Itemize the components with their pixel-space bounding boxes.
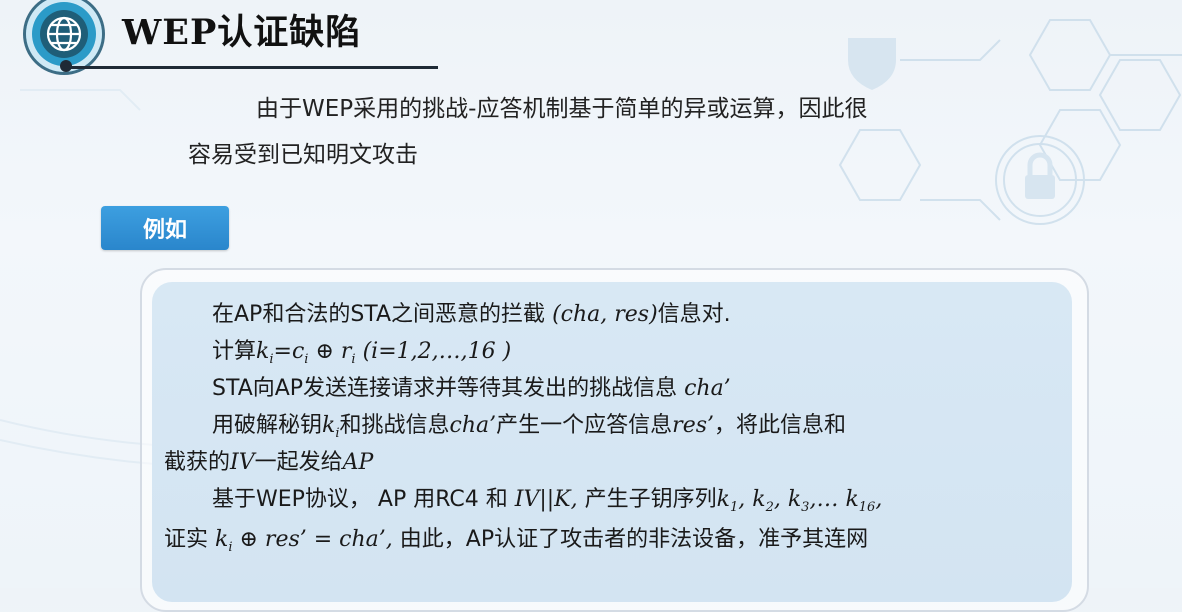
- step-7-eq: ⊕ res’ = cha’,: [232, 527, 393, 552]
- page-title: WEP认证缺陷: [122, 12, 362, 53]
- step-6-a: 基于WEP协议， AP 用RC4 和: [212, 487, 508, 512]
- attack-steps: 在AP和合法的STA之间恶意的拦截 (cha, res)信息对. 计算ki=ci…: [164, 296, 1064, 558]
- step-3-math: cha’: [684, 376, 731, 401]
- step-2: 计算ki=ci ⊕ ri (i=1,2,…,16 ): [164, 333, 1064, 370]
- step-1: 在AP和合法的STA之间恶意的拦截 (cha, res)信息对.: [164, 296, 1064, 333]
- step-2-range: (i=1,2,…,16 ): [355, 339, 512, 364]
- step-6-s16: 16: [858, 500, 876, 515]
- step-1-tail: 信息对.: [657, 302, 731, 327]
- step-6-b: 产生子钥序列: [584, 487, 717, 512]
- title-underline-dot: [60, 60, 72, 72]
- step-6-s1: 1: [729, 500, 739, 515]
- step-5-a: 截获的: [164, 450, 231, 475]
- step-2-k: k: [256, 339, 270, 364]
- intro-text-1: 由于WEP采用的挑战-应答机制基于简单的异或运算，因此很: [256, 96, 868, 122]
- step-4-a: 用破解秘钥: [212, 413, 323, 438]
- step-2-text: 计算: [212, 339, 257, 364]
- step-7-b: 由此，AP认证了攻击者的非法设备，准予其连网: [392, 527, 869, 552]
- step-7-k: k: [215, 527, 229, 552]
- globe-glyph-icon: [46, 16, 82, 52]
- intro-line-1: 由于WEP采用的挑战-应答机制基于简单的异或运算，因此很: [188, 86, 1048, 132]
- step-4-c: 产生一个应答信息: [496, 413, 673, 438]
- step-6-ivk: IV||K,: [507, 487, 585, 512]
- intro-line-2: 容易受到已知明文攻击: [188, 142, 418, 168]
- step-6-end: ,: [875, 487, 883, 512]
- step-6-seq2: , k: [738, 487, 766, 512]
- step-4: 用破解秘钥ki和挑战信息cha’产生一个应答信息res’，将此信息和: [164, 407, 1064, 444]
- title-underline: [68, 66, 438, 69]
- example-tag: 例如: [101, 206, 229, 250]
- step-4-k: k: [322, 413, 336, 438]
- step-4-res: res’: [672, 413, 714, 438]
- step-3: STA向AP发送连接请求并等待其发出的挑战信息 cha’: [164, 370, 1064, 407]
- step-4-cha: cha’: [449, 413, 497, 438]
- step-6: 基于WEP协议， AP 用RC4 和 IV||K, 产生子钥序列k1, k2, …: [164, 481, 1064, 521]
- step-5-iv: IV: [230, 450, 255, 475]
- step-7-a: 证实: [164, 527, 215, 552]
- step-2-xor: ⊕ r: [308, 339, 352, 364]
- step-6-seq4: ,… k: [809, 487, 859, 512]
- step-5-ap: AP: [342, 450, 374, 475]
- step-1-text: 在AP和合法的STA之间恶意的拦截: [212, 302, 546, 327]
- step-6-seq: k: [716, 487, 730, 512]
- step-6-seq3: , k: [773, 487, 802, 512]
- step-4-b: 和挑战信息: [339, 413, 450, 438]
- intro-paragraph: 由于WEP采用的挑战-应答机制基于简单的异或运算，因此很 容易受到已知明文攻击: [188, 86, 1048, 178]
- step-5: 截获的IV一起发给AP: [164, 444, 1064, 481]
- step-2-eq: =c: [273, 339, 305, 364]
- step-6-s2: 2: [765, 500, 774, 515]
- step-3-text: STA向AP发送连接请求并等待其发出的挑战信息: [212, 376, 678, 401]
- step-7: 证实 ki ⊕ res’ = cha’, 由此，AP认证了攻击者的非法设备，准予…: [164, 521, 1064, 558]
- step-1-math: (cha, res): [552, 302, 658, 327]
- step-4-d: ，将此信息和: [714, 413, 847, 438]
- step-5-b: 一起发给: [254, 450, 343, 475]
